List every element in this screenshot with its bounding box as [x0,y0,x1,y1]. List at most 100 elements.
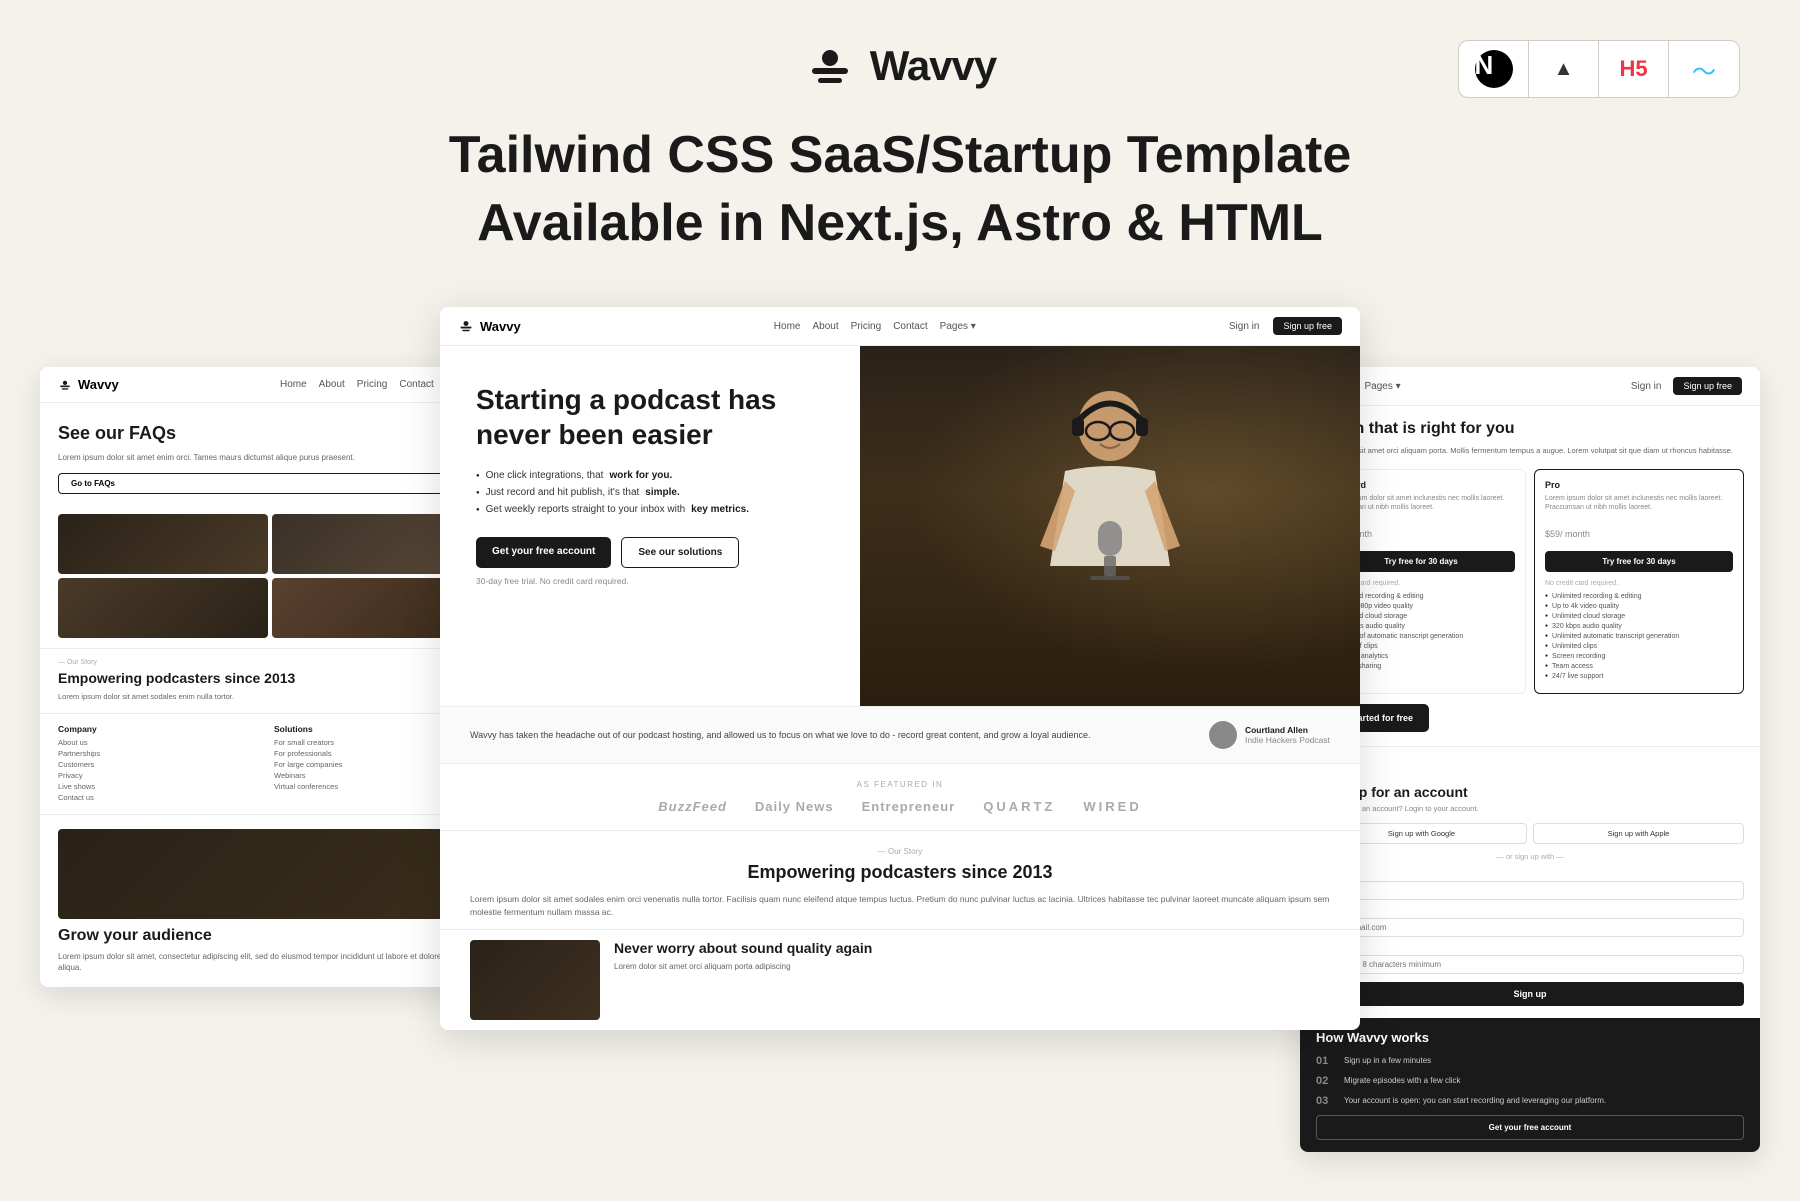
pro-price: $59/ month [1545,520,1733,543]
signup-subtitle: Already have an account? Login to your a… [1316,804,1744,813]
how-works-cta-btn[interactable]: Get your free account [1316,1115,1744,1140]
pro-tier-label: Pro [1545,480,1733,490]
apple-signup-btn[interactable]: Sign up with Apple [1533,823,1744,844]
logo-dailynews: Daily News [755,799,834,814]
left-nav-logo: Wavvy [58,377,119,392]
right-screenshot: Contact Pages ▾ Sign in Sign up free A p… [1300,367,1760,1152]
hero-content: Starting a podcast has never been easier… [440,346,860,706]
hero-feature-2: Just record and hit publish, it's that s… [476,487,830,498]
signup-or-divider: — or sign up with — [1316,852,1744,861]
sound-text: Lorem dolor sit amet orci aliquam porta … [614,962,1330,971]
empower-text: Lorem ipsum dolor sit amet sodales enim … [58,692,482,703]
signup-email-field: Email [1316,906,1744,937]
hero-section: Starting a podcast has never been easier… [440,346,1360,706]
hero-feature-1: One click integrations, that work for yo… [476,470,830,481]
faq-text: Lorem ipsum dolor sit amet enim orci. Ta… [58,452,482,463]
pro-tier-desc: Lorem ipsum dolor sit amet inclunestis n… [1545,494,1733,512]
footer-col-company: Company About us Partnerships Customers … [58,724,266,804]
left-faq-section: See our FAQs Lorem ipsum dolor sit amet … [40,403,500,514]
left-images-grid [40,514,500,648]
right-nav-cta[interactable]: Sign up free [1673,377,1742,395]
step-2-num: 02 [1316,1075,1336,1087]
logo-area: Wavvy [804,40,997,92]
left-img-3 [58,578,268,638]
left-img-1 [58,514,268,574]
left-empower-section: — Our Story Empowering podcasters since … [40,648,500,713]
story-text: Lorem ipsum dolor sit amet sodales enim … [470,893,1330,919]
how-works-title: How Wavvy works [1316,1030,1744,1045]
logo-text: Wavvy [870,42,997,90]
right-nav: Contact Pages ▾ Sign in Sign up free [1300,367,1760,406]
hero-features: One click integrations, that work for yo… [476,470,830,515]
preview-container: Wavvy Home About Pricing Contact Pages ▾… [60,307,1740,1030]
email-label: Email [1316,906,1744,915]
testimonial-section: Wavvy has taken the headache out of our … [440,706,1360,763]
hero-feature-3: Get weekly reports straight to your inbo… [476,504,830,515]
nextjs-badge: N [1459,41,1529,97]
main-screenshot: Wavvy Home About Pricing Contact Pages ▾… [440,307,1360,1030]
faq-btn[interactable]: Go to FAQs [58,473,482,494]
step-1-num: 01 [1316,1055,1336,1067]
hero-secondary-btn[interactable]: See our solutions [621,537,739,568]
empower-label: — Our Story [58,659,482,666]
testimonial-author: Courtland Allen Indie Hackers Podcast [1209,721,1330,749]
pro-pricing-card: Pro Lorem ipsum dolor sit amet inclunest… [1534,469,1744,694]
main-nav-links: Home About Pricing Contact Pages ▾ [774,321,976,332]
featured-in-section: AS FEATURED IN BuzzFeed Daily News Entre… [440,763,1360,830]
signup-section: ≡ Sign up for an account Already have an… [1300,746,1760,1018]
hero-person-image [860,346,1360,706]
hero-primary-btn[interactable]: Get your free account [476,537,611,568]
empower-title: Empowering podcasters since 2013 [58,670,482,686]
email-input[interactable] [1316,918,1744,937]
author-avatar [1209,721,1237,749]
password-label: Password [1316,943,1744,952]
faq-title: See our FAQs [58,423,482,444]
how-step-1: 01 Sign up in a few minutes [1316,1055,1744,1067]
grow-text: Lorem ipsum dolor sit amet, consectetur … [58,951,482,973]
author-role: Indie Hackers Podcast [1245,735,1330,745]
how-step-2: 02 Migrate episodes with a few click [1316,1075,1744,1087]
pricing-title: A plan that is right for you [1316,420,1744,438]
page-header: Wavvy N ▲ H5 〜 [60,40,1740,92]
password-input[interactable] [1316,955,1744,974]
pro-pricing-btn[interactable]: Try free for 30 days [1545,551,1733,572]
hero-trial-text: 30-day free trial. No credit card requir… [476,576,830,586]
how-works-section: How Wavvy works 01 Sign up in a few minu… [1300,1018,1760,1152]
hero-buttons: Get your free account See our solutions [476,537,830,568]
sound-content: Never worry about sound quality again Lo… [614,940,1330,1020]
astro-badge: ▲ [1529,41,1599,97]
main-nav-signin[interactable]: Sign in [1229,321,1260,332]
main-nav: Wavvy Home About Pricing Contact Pages ▾… [440,307,1360,346]
name-input[interactable] [1316,881,1744,900]
logo-quartz: QUARTZ [983,799,1055,814]
step-2-text: Migrate episodes with a few click [1344,1075,1461,1086]
name-label: Name [1316,869,1744,878]
pro-trial-note: No credit card required. [1545,580,1733,587]
author-info: Courtland Allen Indie Hackers Podcast [1245,725,1330,745]
signup-social-buttons: Sign up with Google Sign up with Apple [1316,823,1744,844]
page-title: Tailwind CSS SaaS/Startup Template Avail… [449,122,1351,257]
signup-submit-btn[interactable]: Sign up [1316,982,1744,1006]
left-grow-section: Grow your audience Lorem ipsum dolor sit… [40,814,500,987]
signup-name-field: Name [1316,869,1744,900]
nextjs-icon: N [1475,50,1513,88]
main-nav-cta[interactable]: Sign up free [1273,317,1342,335]
left-nav: Wavvy Home About Pricing Contact Pages ▾ [40,367,500,403]
person-svg [1010,366,1210,686]
featured-logos: BuzzFeed Daily News Entrepreneur QUARTZ … [470,799,1330,814]
featured-label: AS FEATURED IN [470,780,1330,789]
html5-badge: H5 [1599,41,1669,97]
sound-quality-section: Never worry about sound quality again Lo… [440,929,1360,1030]
signup-password-field: Password [1316,943,1744,974]
signup-title: Sign up for an account [1316,784,1744,800]
signup-icon: ≡ [1316,759,1744,780]
hero-title: Starting a podcast has never been easier [476,382,830,452]
left-footer: Company About us Partnerships Customers … [40,713,500,814]
right-nav-signin[interactable]: Sign in [1631,381,1662,392]
step-3-num: 03 [1316,1095,1336,1107]
main-title-block: Tailwind CSS SaaS/Startup Template Avail… [449,122,1351,257]
testimonial-text: Wavvy has taken the headache out of our … [470,730,1195,740]
logo-buzzfeed: BuzzFeed [658,799,727,814]
pricing-subtitle: Lorem dolor sit amet orci aliquam porta.… [1316,446,1744,457]
tech-badges-container: N ▲ H5 〜 [1458,40,1740,98]
